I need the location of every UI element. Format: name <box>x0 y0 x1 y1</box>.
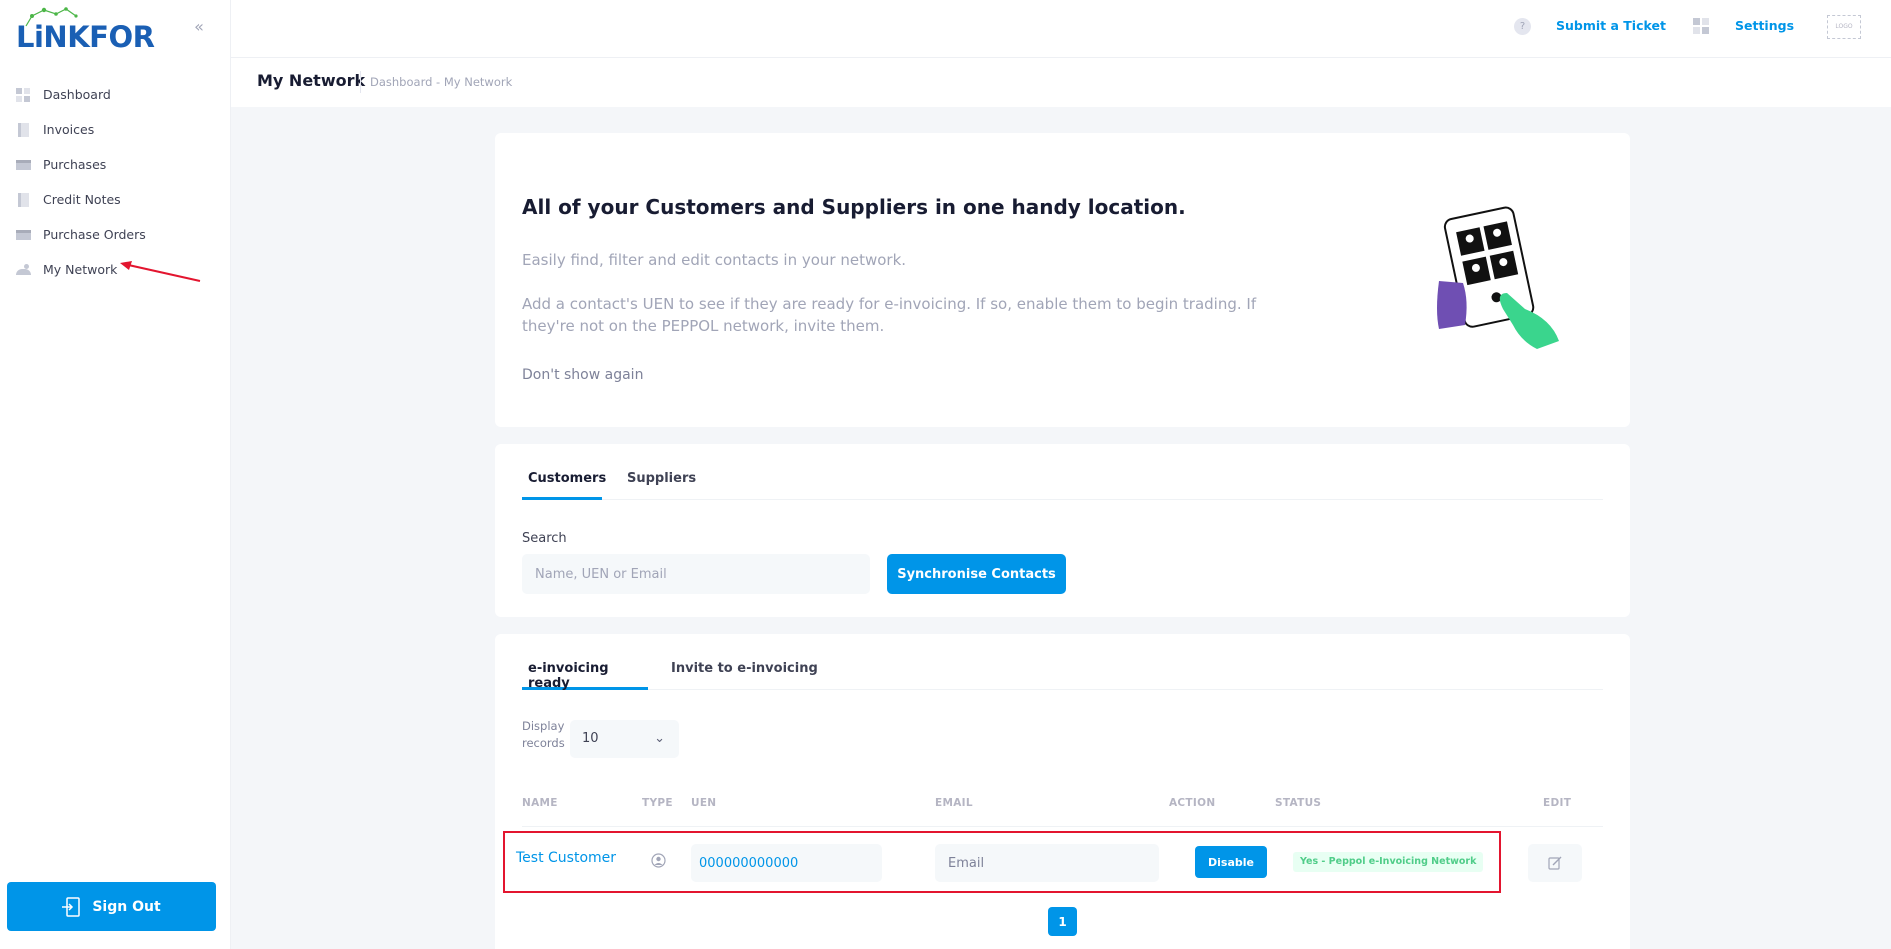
sign-out-label: Sign Out <box>92 898 161 915</box>
synchronise-contacts-button[interactable]: Synchronise Contacts <box>887 554 1066 594</box>
sidebar-item-label: Purchase Orders <box>43 227 146 242</box>
sign-out-button[interactable]: Sign Out <box>7 882 216 931</box>
intro-card: All of your Customers and Suppliers in o… <box>495 133 1630 427</box>
sidebar-item-label: Dashboard <box>43 87 111 102</box>
person-icon <box>651 853 666 868</box>
pagination-page-1[interactable]: 1 <box>1048 907 1077 936</box>
sidebar-item-label: Credit Notes <box>43 192 121 207</box>
sidebar-item-label: Invoices <box>43 122 95 137</box>
linkfor-logo[interactable]: LiNKFOR <box>16 6 155 54</box>
column-header-edit: EDIT <box>1543 797 1572 809</box>
sidebar: LiNKFOR « Dashboard Invoices Purchases C… <box>0 0 231 949</box>
intro-paragraph-2: Add a contact's UEN to see if they are r… <box>522 295 1257 335</box>
submit-ticket-link[interactable]: Submit a Ticket <box>1556 18 1666 33</box>
column-header-name: NAME <box>522 797 558 809</box>
tab-invite-einvoicing[interactable]: Invite to e-invoicing <box>671 646 818 690</box>
column-header-uen: UEN <box>691 797 717 809</box>
page-title: My Network <box>257 71 366 90</box>
status-badge: Yes - Peppol e-Invoicing Network <box>1293 852 1484 872</box>
help-icon[interactable]: ? <box>1514 18 1531 35</box>
sidebar-item-credit-notes[interactable]: Credit Notes <box>0 182 231 217</box>
purchase-orders-icon <box>15 227 31 243</box>
edit-button[interactable] <box>1528 844 1582 882</box>
einvoicing-tabs: e-invoicing ready Invite to e-invoicing <box>522 646 1603 691</box>
edit-icon <box>1548 856 1562 870</box>
contacts-tabs: Customers Suppliers <box>522 456 1603 500</box>
column-header-action: ACTION <box>1169 797 1216 809</box>
header-divider <box>522 826 1603 827</box>
network-icon <box>15 262 31 278</box>
top-header: ? Submit a Ticket Settings LOGO <box>231 0 1891 58</box>
column-header-email: EMAIL <box>935 797 973 809</box>
sign-out-icon <box>62 896 81 917</box>
sidebar-item-label: My Network <box>43 262 118 277</box>
tab-customers[interactable]: Customers <box>522 456 606 500</box>
display-records-label: Display records <box>522 719 565 750</box>
title-divider <box>360 71 361 93</box>
customer-name-link[interactable]: Test Customer <box>516 850 616 866</box>
display-records-value: 10 <box>582 731 599 746</box>
sidebar-item-purchase-orders[interactable]: Purchase Orders <box>0 217 231 252</box>
credit-notes-icon <box>15 192 31 208</box>
dont-show-again-link[interactable]: Don't show again <box>522 367 643 383</box>
tab-einvoicing-ready[interactable]: e-invoicing ready <box>522 646 648 691</box>
sidebar-item-label: Purchases <box>43 157 107 172</box>
purchases-icon <box>15 157 31 173</box>
phone-contacts-illustration <box>1437 206 1559 349</box>
chevron-down-icon: ⌄ <box>654 731 665 746</box>
email-field[interactable] <box>935 844 1159 882</box>
breadcrumb: Dashboard - My Network <box>370 75 513 89</box>
tab-suppliers[interactable]: Suppliers <box>627 456 696 500</box>
dashboard-icon <box>15 87 31 103</box>
page-subheader: My Network Dashboard - My Network <box>231 58 1891 107</box>
logo-text: LiNKFOR <box>16 20 155 54</box>
disable-button[interactable]: Disable <box>1195 846 1267 878</box>
uen-field[interactable] <box>691 844 882 882</box>
intro-paragraph-1: Easily find, filter and edit contacts in… <box>522 251 907 269</box>
settings-grid-icon[interactable] <box>1693 18 1710 35</box>
sidebar-nav: Dashboard Invoices Purchases Credit Note… <box>0 77 231 287</box>
settings-link[interactable]: Settings <box>1735 18 1794 33</box>
display-records-select[interactable]: 10 ⌄ <box>570 720 679 758</box>
sidebar-item-purchases[interactable]: Purchases <box>0 147 231 182</box>
annotation-arrow <box>120 261 201 282</box>
contacts-table-card: e-invoicing ready Invite to e-invoicing … <box>495 634 1630 949</box>
search-label: Search <box>522 531 567 546</box>
intro-title: All of your Customers and Suppliers in o… <box>522 195 1186 219</box>
column-header-type: TYPE <box>642 797 673 809</box>
sidebar-item-dashboard[interactable]: Dashboard <box>0 77 231 112</box>
column-header-status: STATUS <box>1275 797 1322 809</box>
invoices-icon <box>15 122 31 138</box>
sidebar-item-invoices[interactable]: Invoices <box>0 112 231 147</box>
search-input[interactable] <box>522 554 870 594</box>
contacts-search-card: Customers Suppliers Search Synchronise C… <box>495 444 1630 617</box>
company-logo-placeholder[interactable]: LOGO <box>1827 15 1861 39</box>
collapse-sidebar-icon[interactable]: « <box>190 18 208 36</box>
